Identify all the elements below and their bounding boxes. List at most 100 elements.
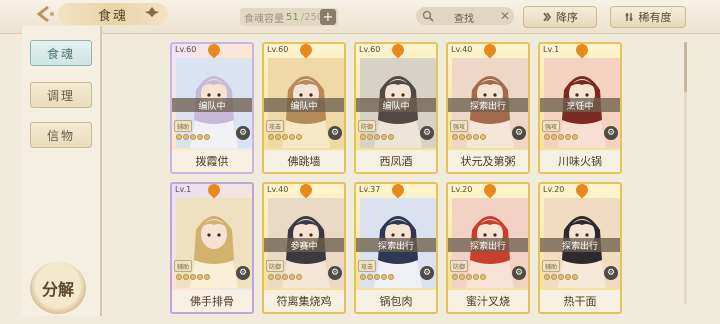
card-type-tag: 攻击: [266, 120, 284, 132]
gear-icon[interactable]: ⚙: [328, 266, 342, 280]
rarity-badge-icon: [205, 44, 223, 59]
food-soul-card[interactable]: Lv.1 烹饪中 强攻 ⚙ 川味火锅: [538, 42, 622, 174]
sort-label: 降序: [556, 11, 578, 24]
decompose-button[interactable]: 分解: [30, 262, 86, 314]
star-icon: [551, 274, 557, 280]
gear-icon[interactable]: ⚙: [236, 266, 250, 280]
expand-capacity-button[interactable]: +: [320, 9, 336, 25]
scrollbar[interactable]: [684, 42, 687, 304]
card-status: 探索出行: [448, 98, 528, 112]
back-arrow-icon: [36, 5, 54, 23]
star-icon: [275, 274, 281, 280]
food-soul-card[interactable]: Lv.20 探索出行 辅助 ⚙ 热干面: [538, 182, 622, 314]
star-icon: [183, 274, 189, 280]
gear-icon[interactable]: ⚙: [236, 126, 250, 140]
star-icon: [388, 274, 394, 280]
star-icon: [268, 274, 274, 280]
card-level: Lv.40: [267, 185, 289, 194]
food-soul-card[interactable]: Lv.60 编队中 防御 ⚙ 西凤酒: [354, 42, 438, 174]
card-stars: [360, 134, 394, 140]
star-icon: [572, 134, 578, 140]
card-type-tag: 辅助: [174, 120, 192, 132]
star-icon: [452, 274, 458, 280]
star-icon: [282, 134, 288, 140]
capacity-label: 食魂容量: [244, 13, 284, 25]
card-type-tag: 强攻: [450, 120, 468, 132]
star-icon: [190, 134, 196, 140]
star-icon: [296, 274, 302, 280]
card-status: 编队中: [264, 98, 344, 112]
card-level: Lv.60: [175, 45, 197, 54]
card-type-tag: 辅助: [542, 260, 560, 272]
sort-button[interactable]: 降序: [523, 6, 597, 28]
capacity-current: 51: [286, 11, 299, 23]
gear-icon[interactable]: ⚙: [512, 266, 526, 280]
tab-tiaoli[interactable]: 调理: [30, 82, 92, 108]
search-icon: [422, 10, 434, 22]
card-name: 拨霞供: [172, 150, 252, 172]
rarity-badge-icon: [389, 184, 407, 199]
food-soul-card[interactable]: Lv.1 辅助 ⚙ 佛手排骨: [170, 182, 254, 314]
food-soul-card[interactable]: Lv.20 探索出行 防御 ⚙ 蜜汁叉烧: [446, 182, 530, 314]
star-icon: [544, 274, 550, 280]
clear-search-icon[interactable]: ✕: [500, 9, 510, 23]
gear-icon[interactable]: ⚙: [328, 126, 342, 140]
card-status: 参赛中: [264, 238, 344, 252]
ornament-icon: [145, 7, 159, 17]
card-level: Lv.60: [267, 45, 289, 54]
rarity-badge-icon: [481, 184, 499, 199]
food-soul-card[interactable]: Lv.40 参赛中 防御 ⚙ 符离集烧鸡: [262, 182, 346, 314]
card-name: 状元及第粥: [448, 150, 528, 172]
star-icon: [459, 274, 465, 280]
filter-icon: [625, 13, 632, 21]
card-stars: [452, 274, 486, 280]
star-icon: [197, 134, 203, 140]
gear-icon[interactable]: ⚙: [604, 266, 618, 280]
star-icon: [367, 134, 373, 140]
star-icon: [473, 134, 479, 140]
food-soul-card[interactable]: Lv.40 探索出行 强攻 ⚙ 状元及第粥: [446, 42, 530, 174]
tab-shihun[interactable]: 食魂: [30, 40, 92, 66]
rarity-badge-icon: [573, 44, 591, 59]
gear-icon[interactable]: ⚙: [604, 126, 618, 140]
food-soul-card[interactable]: Lv.60 编队中攻击 ⚙ 佛跳墙: [262, 42, 346, 174]
rarity-badge-icon: [481, 44, 499, 59]
card-status: 探索出行: [448, 238, 528, 252]
card-type-tag: 强攻: [542, 120, 560, 132]
card-level: Lv.1: [543, 45, 560, 54]
star-icon: [466, 134, 472, 140]
card-stars: [176, 274, 210, 280]
card-name: 符离集烧鸡: [264, 290, 344, 312]
scroll-thumb[interactable]: [684, 42, 687, 92]
card-name: 佛跳墙: [264, 150, 344, 172]
search-box[interactable]: 查找 ✕: [416, 7, 514, 25]
rarity-badge-icon: [389, 44, 407, 59]
star-icon: [367, 274, 373, 280]
food-soul-card[interactable]: Lv.60 编队中 辅助 ⚙ 拨霞供: [170, 42, 254, 174]
gear-icon[interactable]: ⚙: [512, 126, 526, 140]
star-icon: [381, 134, 387, 140]
card-stars: [176, 134, 210, 140]
star-icon: [558, 134, 564, 140]
card-name: 锅包肉: [356, 290, 436, 312]
rarity-filter-button[interactable]: 稀有度: [610, 6, 686, 28]
food-soul-card[interactable]: Lv.37 探索出行 攻击 ⚙ 锅包肉: [354, 182, 438, 314]
star-icon: [204, 274, 210, 280]
star-icon: [282, 274, 288, 280]
card-stars: [544, 134, 578, 140]
star-icon: [176, 134, 182, 140]
tab-xinwu[interactable]: 信物: [30, 122, 92, 148]
star-icon: [289, 274, 295, 280]
card-type-tag: 防御: [358, 120, 376, 132]
card-level: Lv.37: [359, 185, 381, 194]
gear-icon[interactable]: ⚙: [420, 126, 434, 140]
card-stars: [452, 134, 486, 140]
card-stars: [544, 274, 578, 280]
card-status: 烹饪中: [540, 98, 620, 112]
star-icon: [268, 134, 274, 140]
gear-icon[interactable]: ⚙: [420, 266, 434, 280]
star-icon: [565, 134, 571, 140]
card-name: 佛手排骨: [172, 290, 252, 312]
rarity-label: 稀有度: [638, 11, 672, 24]
star-icon: [480, 274, 486, 280]
